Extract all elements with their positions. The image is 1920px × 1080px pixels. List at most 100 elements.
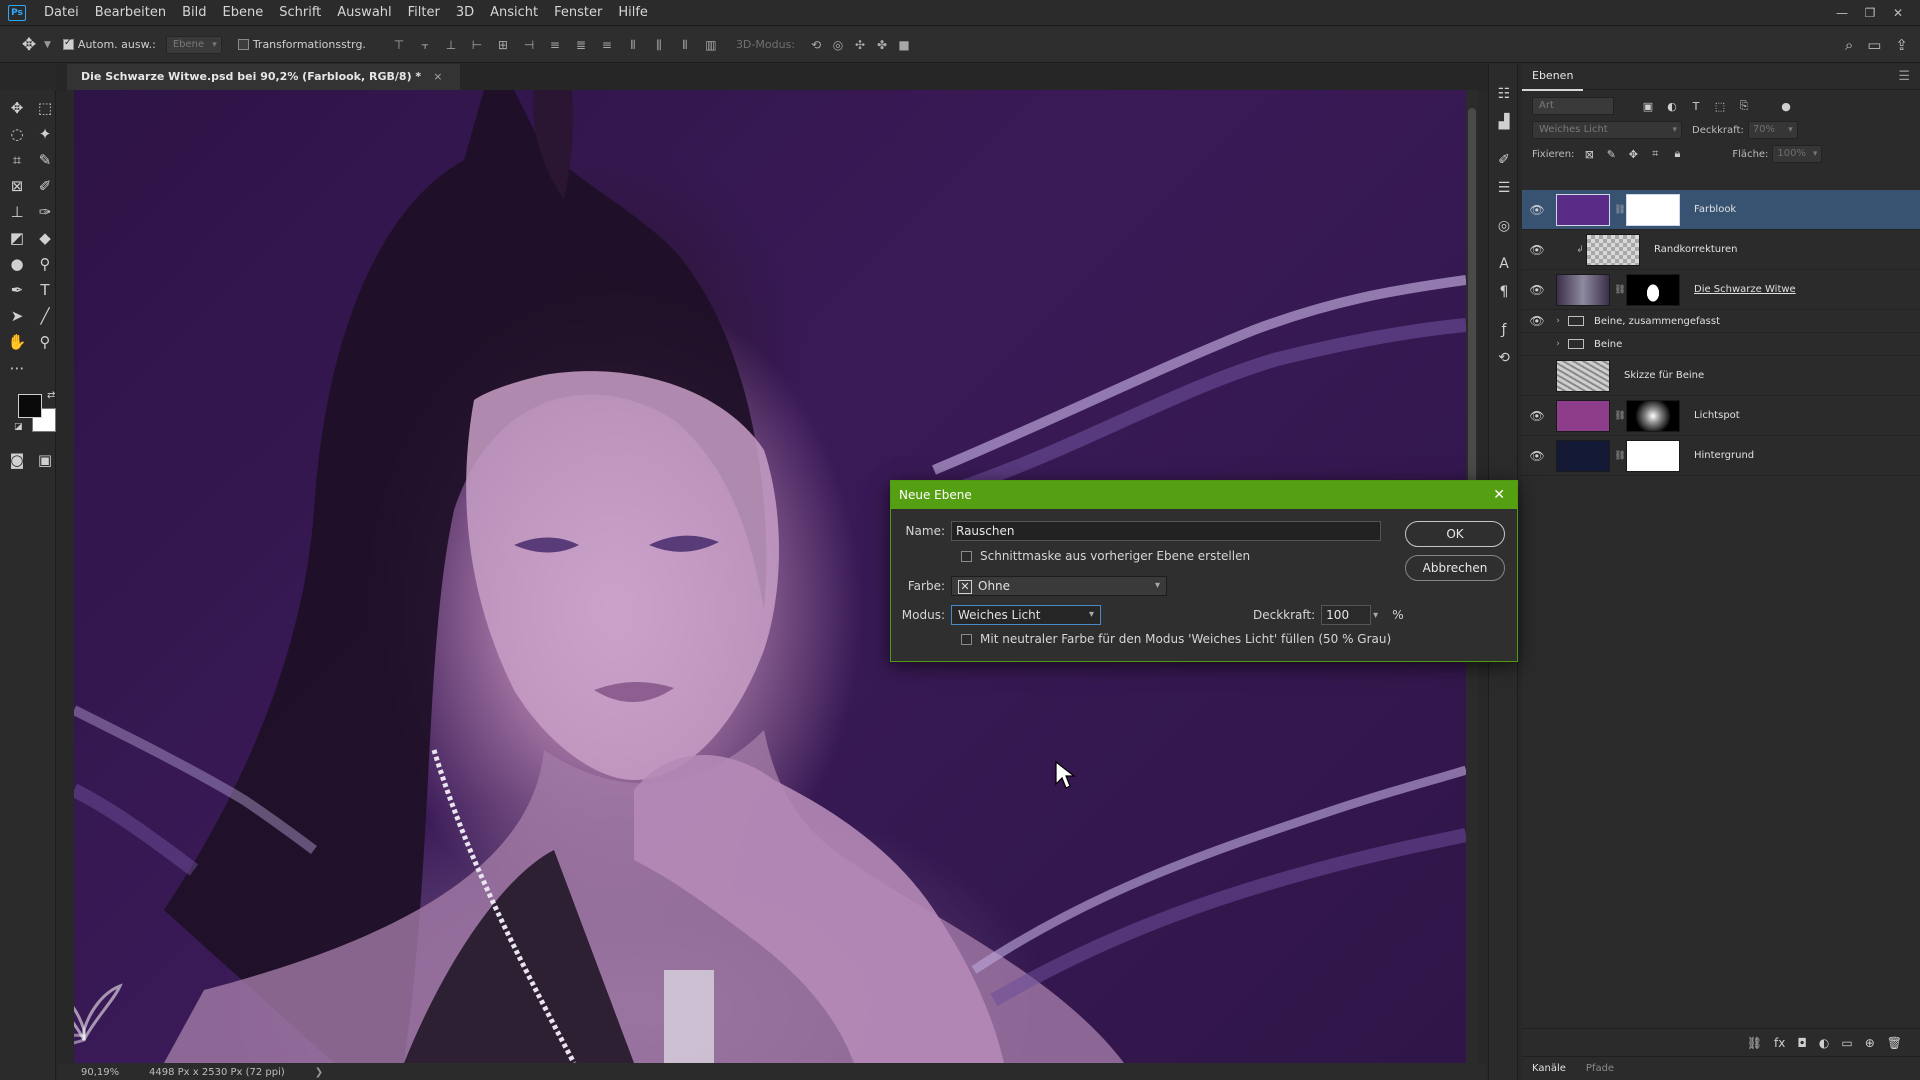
histogram-panel-icon[interactable]: ▟ <box>1489 108 1519 136</box>
align-hcenter-icon[interactable]: ⊞ <box>492 36 514 54</box>
link-layers-icon[interactable]: ⛓︎ <box>1747 1036 1762 1050</box>
menu-bearbeiten[interactable]: Bearbeiten <box>87 0 174 26</box>
transform-controls-checkbox[interactable] <box>237 39 249 50</box>
lock-transparency-icon[interactable]: ⊠ <box>1578 148 1600 161</box>
mask-thumbnail[interactable] <box>1626 399 1680 432</box>
filter-smart-object-icon[interactable]: ⎘ <box>1732 99 1756 113</box>
minimize-button[interactable]: — <box>1828 6 1856 20</box>
styles-panel-icon[interactable]: ƒ <box>1489 316 1519 344</box>
quick-mask-icon[interactable]: ◙ <box>4 448 30 472</box>
lock-all-icon[interactable]: 🔒︎ <box>1666 147 1688 161</box>
layer-filter-select[interactable]: Art <box>1532 97 1614 115</box>
mask-link-icon[interactable]: ⛓︎ <box>1614 451 1626 461</box>
distribute-vcenter-icon[interactable]: ≣ <box>570 36 592 54</box>
blur-tool-icon[interactable]: ● <box>4 252 30 276</box>
filter-adjustment-icon[interactable]: ◐ <box>1660 100 1684 113</box>
adjustments-icon[interactable]: ☰ <box>1489 174 1519 202</box>
align-right-icon[interactable]: ⊣ <box>518 36 540 54</box>
eyedropper-tool-icon[interactable]: ✎ <box>32 148 58 172</box>
chevron-right-icon[interactable]: › <box>1552 339 1564 349</box>
screen-mode-icon[interactable]: ▣ <box>32 448 58 472</box>
layer-style-icon[interactable]: fx <box>1774 1036 1785 1050</box>
distribute-top-icon[interactable]: ≡ <box>544 36 566 54</box>
new-layer-icon[interactable]: ⊕ <box>1865 1036 1875 1050</box>
layer-row-lichtspot[interactable]: 👁︎ ⛓︎ Lichtspot <box>1522 396 1920 436</box>
close-button[interactable]: ✕ <box>1884 6 1912 20</box>
visibility-eye-icon[interactable]: 👁︎ <box>1522 283 1552 297</box>
restore-button[interactable]: ❐ <box>1856 6 1884 20</box>
share-icon[interactable]: ⇪ <box>1895 36 1908 54</box>
ok-button[interactable]: OK <box>1405 521 1505 547</box>
align-top-icon[interactable]: ⊤ <box>388 36 410 54</box>
menu-fenster[interactable]: Fenster <box>546 0 610 26</box>
search-icon[interactable]: ⌕ <box>1845 36 1853 54</box>
layer-group-beine-zusammengefasst[interactable]: 👁︎ › Beine, zusammengefasst <box>1522 310 1920 333</box>
layer-row-randkorrekturen[interactable]: 👁︎ ↲ Randkorrekturen <box>1522 230 1920 270</box>
menu-schrift[interactable]: Schrift <box>271 0 329 26</box>
chevron-down-icon[interactable]: ▼ <box>44 40 51 50</box>
menu-ebene[interactable]: Ebene <box>215 0 272 26</box>
menu-datei[interactable]: Datei <box>36 0 87 26</box>
move-tool-preset-icon[interactable]: ✥ <box>14 33 44 57</box>
type-tool-icon[interactable]: T <box>32 278 58 302</box>
visibility-eye-icon[interactable]: 👁︎ <box>1522 203 1552 217</box>
distribute-right-icon[interactable]: ⦀ <box>674 36 696 54</box>
roll-3d-icon[interactable]: ◎ <box>827 36 849 54</box>
layer-fill-input[interactable]: 100% <box>1772 145 1823 163</box>
zoom-level[interactable]: 90,19% <box>57 1067 119 1078</box>
auto-align-icon[interactable]: ▥ <box>700 36 722 54</box>
layer-row-hintergrund[interactable]: 👁︎ ⛓︎ Hintergrund <box>1522 436 1920 476</box>
dialog-title-bar[interactable]: Neue Ebene ✕ <box>891 481 1517 509</box>
stamp-tool-icon[interactable]: ⊥ <box>4 200 30 224</box>
auto-select-target-select[interactable]: Ebene <box>165 35 222 54</box>
menu-filter[interactable]: Filter <box>400 0 448 26</box>
color-select[interactable]: ✕ Ohne <box>951 576 1167 596</box>
lock-artboard-icon[interactable]: ⌗ <box>1644 147 1666 161</box>
new-group-icon[interactable]: ▭ <box>1841 1036 1852 1050</box>
mask-link-icon[interactable]: ⛓︎ <box>1614 205 1626 215</box>
filter-toggle-icon[interactable]: ● <box>1774 100 1798 113</box>
panel-menu-icon[interactable]: ☰ <box>1898 69 1910 84</box>
layer-group-beine[interactable]: 👁︎ › Beine <box>1522 333 1920 356</box>
camera-3d-icon[interactable]: ■ <box>893 36 915 54</box>
dodge-tool-icon[interactable]: ⚲ <box>32 252 58 276</box>
distribute-bottom-icon[interactable]: ≡ <box>596 36 618 54</box>
opacity-dropdown-icon[interactable]: ▾ <box>1373 610 1378 621</box>
blend-mode-select[interactable]: Weiches Licht <box>951 605 1101 625</box>
visibility-eye-icon[interactable]: 👁︎ <box>1522 449 1552 463</box>
filter-pixel-icon[interactable]: ▣ <box>1636 100 1660 113</box>
menu-auswahl[interactable]: Auswahl <box>329 0 399 26</box>
delete-layer-icon[interactable]: 🗑︎ <box>1887 1036 1902 1050</box>
adjustment-layer-icon[interactable]: ◐ <box>1819 1036 1829 1050</box>
paint-bucket-tool-icon[interactable]: ◆ <box>32 226 58 250</box>
menu-hilfe[interactable]: Hilfe <box>610 0 656 26</box>
status-menu-arrow[interactable]: ❯ <box>315 1067 323 1078</box>
tab-pfade[interactable]: Pfade <box>1576 1063 1624 1074</box>
align-vcenter-icon[interactable]: ⫟ <box>414 36 436 54</box>
filter-type-icon[interactable]: T <box>1684 100 1708 113</box>
line-tool-icon[interactable]: ╱ <box>32 304 58 328</box>
tab-kanaele[interactable]: Kanäle <box>1522 1063 1576 1074</box>
visibility-eye-icon[interactable]: 👁︎ <box>1522 243 1552 257</box>
foreground-color-swatch[interactable] <box>18 394 42 418</box>
zoom-tool-icon[interactable]: ⚲ <box>32 330 58 354</box>
visibility-eye-icon[interactable]: 👁︎ <box>1522 409 1552 423</box>
document-tab[interactable]: Die Schwarze Witwe.psd bei 90,2% (Farblo… <box>67 64 461 90</box>
cancel-button[interactable]: Abbrechen <box>1405 555 1505 581</box>
align-bottom-icon[interactable]: ⊥ <box>440 36 462 54</box>
magic-wand-tool-icon[interactable]: ✦ <box>32 122 58 146</box>
paragraph-panel-icon[interactable]: ¶ <box>1489 278 1519 306</box>
orbit-3d-icon[interactable]: ⟲ <box>805 36 827 54</box>
libraries-icon[interactable]: ◎ <box>1489 212 1519 240</box>
hand-tool-icon[interactable]: ✋ <box>4 330 30 354</box>
blend-mode-select[interactable]: Weiches Licht <box>1532 121 1682 139</box>
clipping-mask-checkbox[interactable] <box>961 550 972 562</box>
menu-ansicht[interactable]: Ansicht <box>482 0 546 26</box>
mask-thumbnail[interactable] <box>1626 273 1680 306</box>
pen-tool-icon[interactable]: ✒ <box>4 278 30 302</box>
history-panel-icon[interactable]: ⟲ <box>1489 344 1519 372</box>
lock-pixels-icon[interactable]: ✎ <box>1600 148 1622 161</box>
close-icon[interactable]: ✕ <box>1493 481 1505 509</box>
visibility-toggle-empty[interactable]: 👁︎ <box>1522 369 1552 383</box>
menu-3d[interactable]: 3D <box>448 0 482 26</box>
